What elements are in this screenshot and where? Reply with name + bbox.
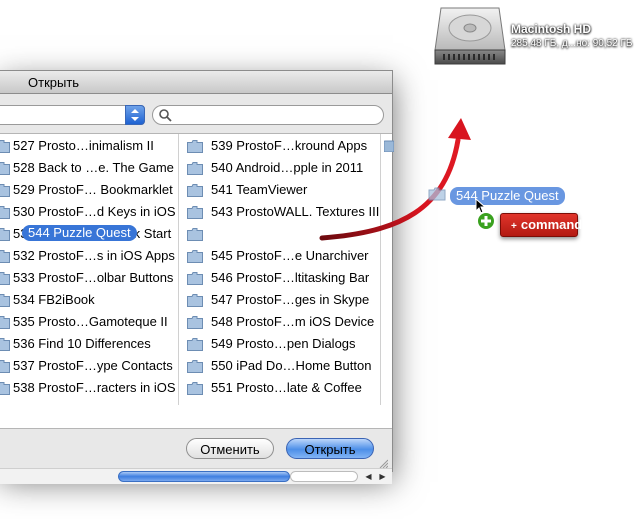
dragged-item: 544 Puzzle Quest <box>428 187 565 206</box>
folder-icon <box>428 187 446 201</box>
copy-plus-icon <box>476 211 496 231</box>
command-badge: + command <box>500 213 582 237</box>
badge-label: command <box>520 217 583 232</box>
dragged-item-label: 544 Puzzle Quest <box>450 187 565 205</box>
badge-plus: + <box>511 221 517 232</box>
drag-arrow <box>319 118 471 241</box>
